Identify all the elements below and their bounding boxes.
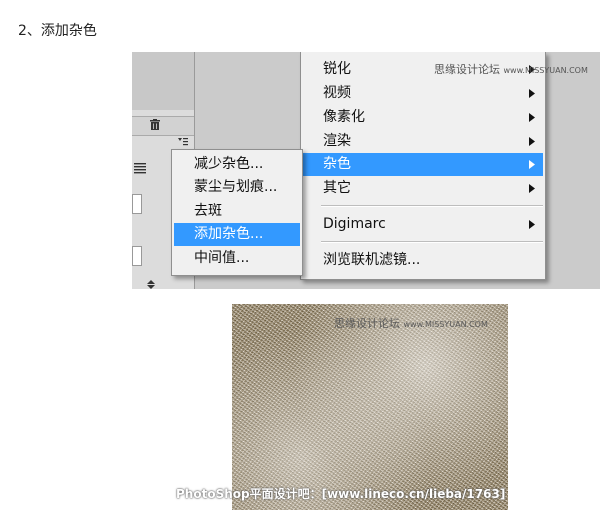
step-title: 2、添加杂色 [18,23,97,39]
menu-item-label: 浏览联机滤镜... [323,252,421,268]
menu-item-label: 蒙尘与划痕... [194,179,278,195]
stepper-icon[interactable] [146,280,156,289]
footer-watermark: PhotoShop平面设计吧：[www.lineco.cn/lieba/1763… [176,487,506,501]
panel-toolbar [132,116,194,136]
submenu-item-dust-and-scratches[interactable]: 蒙尘与划痕... [174,176,300,199]
image-watermark: 思缘设计论坛 www.MISSYUAN.COM [334,315,488,331]
submenu-item-despeckle[interactable]: 去斑 [174,200,300,223]
watermark-text: 思缘设计论坛 [334,317,400,330]
menu-item-label: 其它 [323,180,351,196]
menu-item-pixelate[interactable]: 像素化 [303,106,543,129]
menu-item-label: 锐化 [323,61,351,77]
submenu-arrow-icon [529,113,535,122]
menu-item-label: 渲染 [323,133,351,149]
menu-item-label: Digimarc [323,216,386,232]
menu-item-label: 中间值... [194,250,250,266]
filter-menu: 锐化 视频 像素化 渲染 杂色 其它 Digimarc 浏览联机滤镜... [300,52,546,280]
panel-menu-icon[interactable] [178,137,188,147]
menu-item-noise[interactable]: 杂色 [303,153,543,176]
submenu-arrow-icon [529,184,535,193]
watermark-url: www.MISSYUAN.COM [503,66,588,75]
menu-item-label: 减少杂色... [194,156,264,172]
menu-item-label: 去斑 [194,203,222,219]
submenu-arrow-icon [529,137,535,146]
watermark-url: www.MISSYUAN.COM [403,320,488,329]
watermark-text: 思缘设计论坛 [434,63,500,76]
menu-item-video[interactable]: 视频 [303,82,543,105]
submenu-item-median[interactable]: 中间值... [174,247,300,270]
submenu-item-reduce-noise[interactable]: 减少杂色... [174,153,300,176]
noise-result-image [232,304,508,510]
panel-header-area [132,52,194,110]
noise-submenu: 减少杂色... 蒙尘与划痕... 去斑 添加杂色... 中间值... [171,149,303,276]
menu-separator [321,241,543,243]
submenu-arrow-icon [529,220,535,229]
photoshop-screenshot: 锐化 视频 像素化 渲染 杂色 其它 Digimarc 浏览联机滤镜... 减少… [132,52,600,289]
menu-separator [321,205,543,207]
submenu-item-add-noise[interactable]: 添加杂色... [174,223,300,246]
menu-item-browse-filters-online[interactable]: 浏览联机滤镜... [303,249,543,272]
panel-field-1[interactable] [132,194,142,214]
panel-field-2[interactable] [132,246,142,266]
menu-item-other[interactable]: 其它 [303,177,543,200]
submenu-arrow-icon [529,160,535,169]
menu-item-render[interactable]: 渲染 [303,130,543,153]
menu-item-label: 视频 [323,85,351,101]
trash-icon[interactable] [149,119,161,131]
submenu-arrow-icon [529,89,535,98]
menu-item-digimarc[interactable]: Digimarc [303,213,543,236]
site-watermark: 思缘设计论坛 www.MISSYUAN.COM [434,61,588,77]
menu-item-label: 像素化 [323,109,365,125]
list-icon[interactable] [134,162,146,174]
menu-item-label: 杂色 [323,156,351,172]
menu-item-label: 添加杂色... [194,226,264,242]
